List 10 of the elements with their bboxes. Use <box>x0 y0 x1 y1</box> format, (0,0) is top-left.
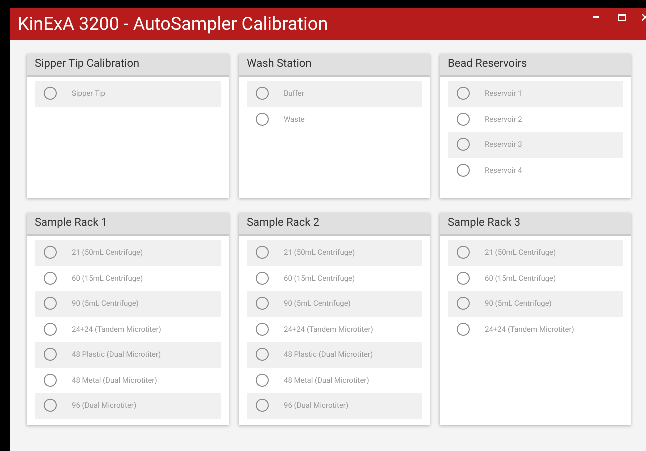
panel-title: Bead Reservoirs <box>448 56 528 72</box>
panel-title: Sample Rack 1 <box>35 215 108 232</box>
panel-title: Sipper Tip Calibration <box>35 56 140 72</box>
window-title: KinExA 3200 - AutoSampler Calibration <box>18 12 328 36</box>
panel-title: Sample Rack 3 <box>448 215 521 232</box>
maximize-icon <box>618 14 626 20</box>
minimize-icon <box>593 16 599 18</box>
panel-title: Sample Rack 2 <box>247 215 320 232</box>
panel-title: Wash Station <box>247 56 312 72</box>
maximize-button[interactable] <box>616 11 628 23</box>
